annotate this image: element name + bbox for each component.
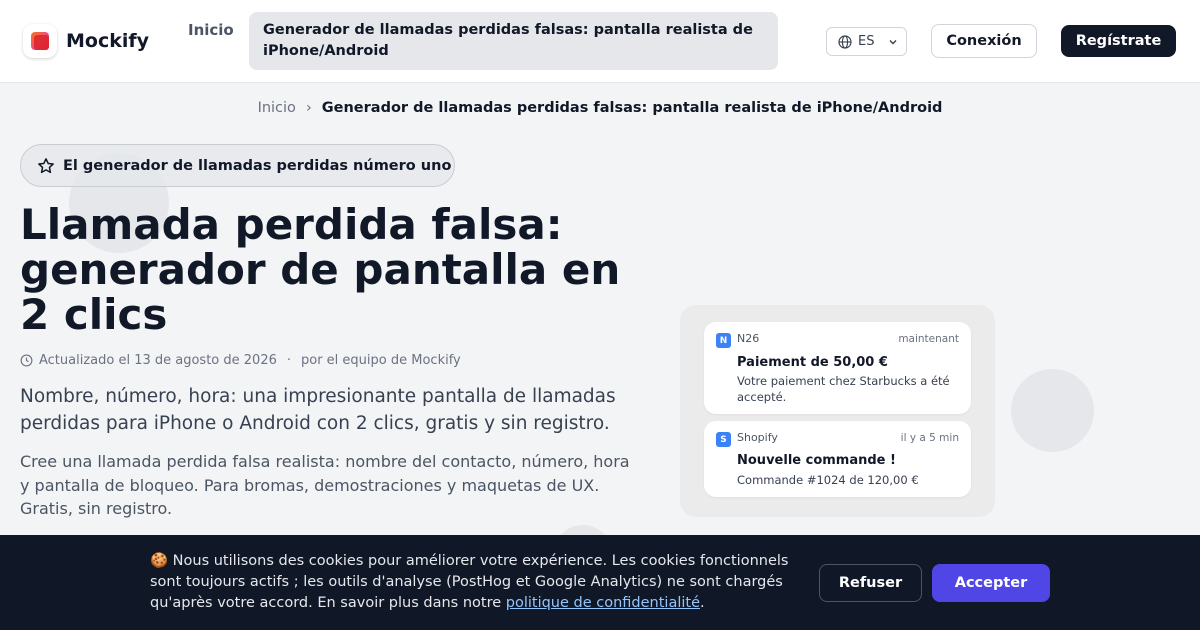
privacy-policy-link[interactable]: politique de confidentialité xyxy=(506,595,700,611)
notification-app-name: N26 xyxy=(737,332,760,345)
notification-card: N N26 maintenant Paiement de 50,00 € Vot… xyxy=(704,322,971,414)
notification-body: Votre paiement chez Starbucks a été acce… xyxy=(737,374,950,404)
notification-time: maintenant xyxy=(898,333,959,345)
updated-date: Actualizado el 13 de agosto de 2026 xyxy=(39,353,277,368)
meta-separator: · xyxy=(286,353,291,368)
clock-icon xyxy=(20,354,33,367)
badge-label: El generador de llamadas perdidas número… xyxy=(63,157,452,174)
page-title: Llamada perdida falsa: generador de pant… xyxy=(20,200,621,339)
breadcrumb: Inicio › Generador de llamadas perdidas fa… xyxy=(0,100,1200,116)
notification-title: Nouvelle commande ! xyxy=(737,453,896,468)
n26-app-icon: N xyxy=(716,333,731,348)
nav-link-home[interactable]: Inicio xyxy=(188,21,234,39)
notification-app-name: Shopify xyxy=(737,431,778,444)
register-button[interactable]: Regístrate xyxy=(1061,25,1176,57)
login-button[interactable]: Conexión xyxy=(931,24,1037,58)
cookie-message: 🍪 Nous utilisons des cookies pour amélio… xyxy=(150,551,810,614)
accept-cookies-button[interactable]: Accepter xyxy=(932,564,1050,602)
language-code: ES xyxy=(858,34,875,49)
notification-time: il y a 5 min xyxy=(900,432,959,444)
refuse-cookies-button[interactable]: Refuser xyxy=(819,564,922,602)
article-meta: Actualizado el 13 de agosto de 2026 · po… xyxy=(20,353,461,368)
notification-title: Paiement de 50,00 € xyxy=(737,355,888,370)
notification-body: Commande #1024 de 120,00 € xyxy=(737,473,919,487)
author-line: por el equipo de Mockify xyxy=(301,353,461,368)
hero-badge: El generador de llamadas perdidas número… xyxy=(20,144,455,187)
nav-link-current[interactable]: Generador de llamadas perdidas falsas: p… xyxy=(249,12,778,70)
brand-name[interactable]: Mockify xyxy=(66,30,149,52)
shopify-app-icon: S xyxy=(716,432,731,447)
decorative-circle xyxy=(1011,369,1094,452)
globe-icon xyxy=(838,34,852,49)
cookie-emoji-icon: 🍪 xyxy=(150,553,169,569)
breadcrumb-separator: › xyxy=(305,100,312,116)
language-selector[interactable]: ES xyxy=(826,27,907,56)
logo-icon[interactable] xyxy=(23,24,57,58)
breadcrumb-home[interactable]: Inicio xyxy=(258,100,296,116)
breadcrumb-current: Generador de llamadas perdidas falsas: p… xyxy=(321,100,943,116)
cookie-banner: 🍪 Nous utilisons des cookies pour amélio… xyxy=(0,535,1200,630)
hero-lead: Nombre, número, hora: una impresionante … xyxy=(20,386,616,434)
notification-card: S Shopify il y a 5 min Nouvelle commande… xyxy=(704,421,971,497)
top-header: Mockify Inicio Generador de llamadas per… xyxy=(0,0,1200,83)
star-icon xyxy=(38,157,54,173)
cookie-text-end: . xyxy=(700,595,705,611)
hero-description: Cree una llamada perdida falsa realista:… xyxy=(20,452,630,518)
chevron-down-icon xyxy=(889,39,897,44)
